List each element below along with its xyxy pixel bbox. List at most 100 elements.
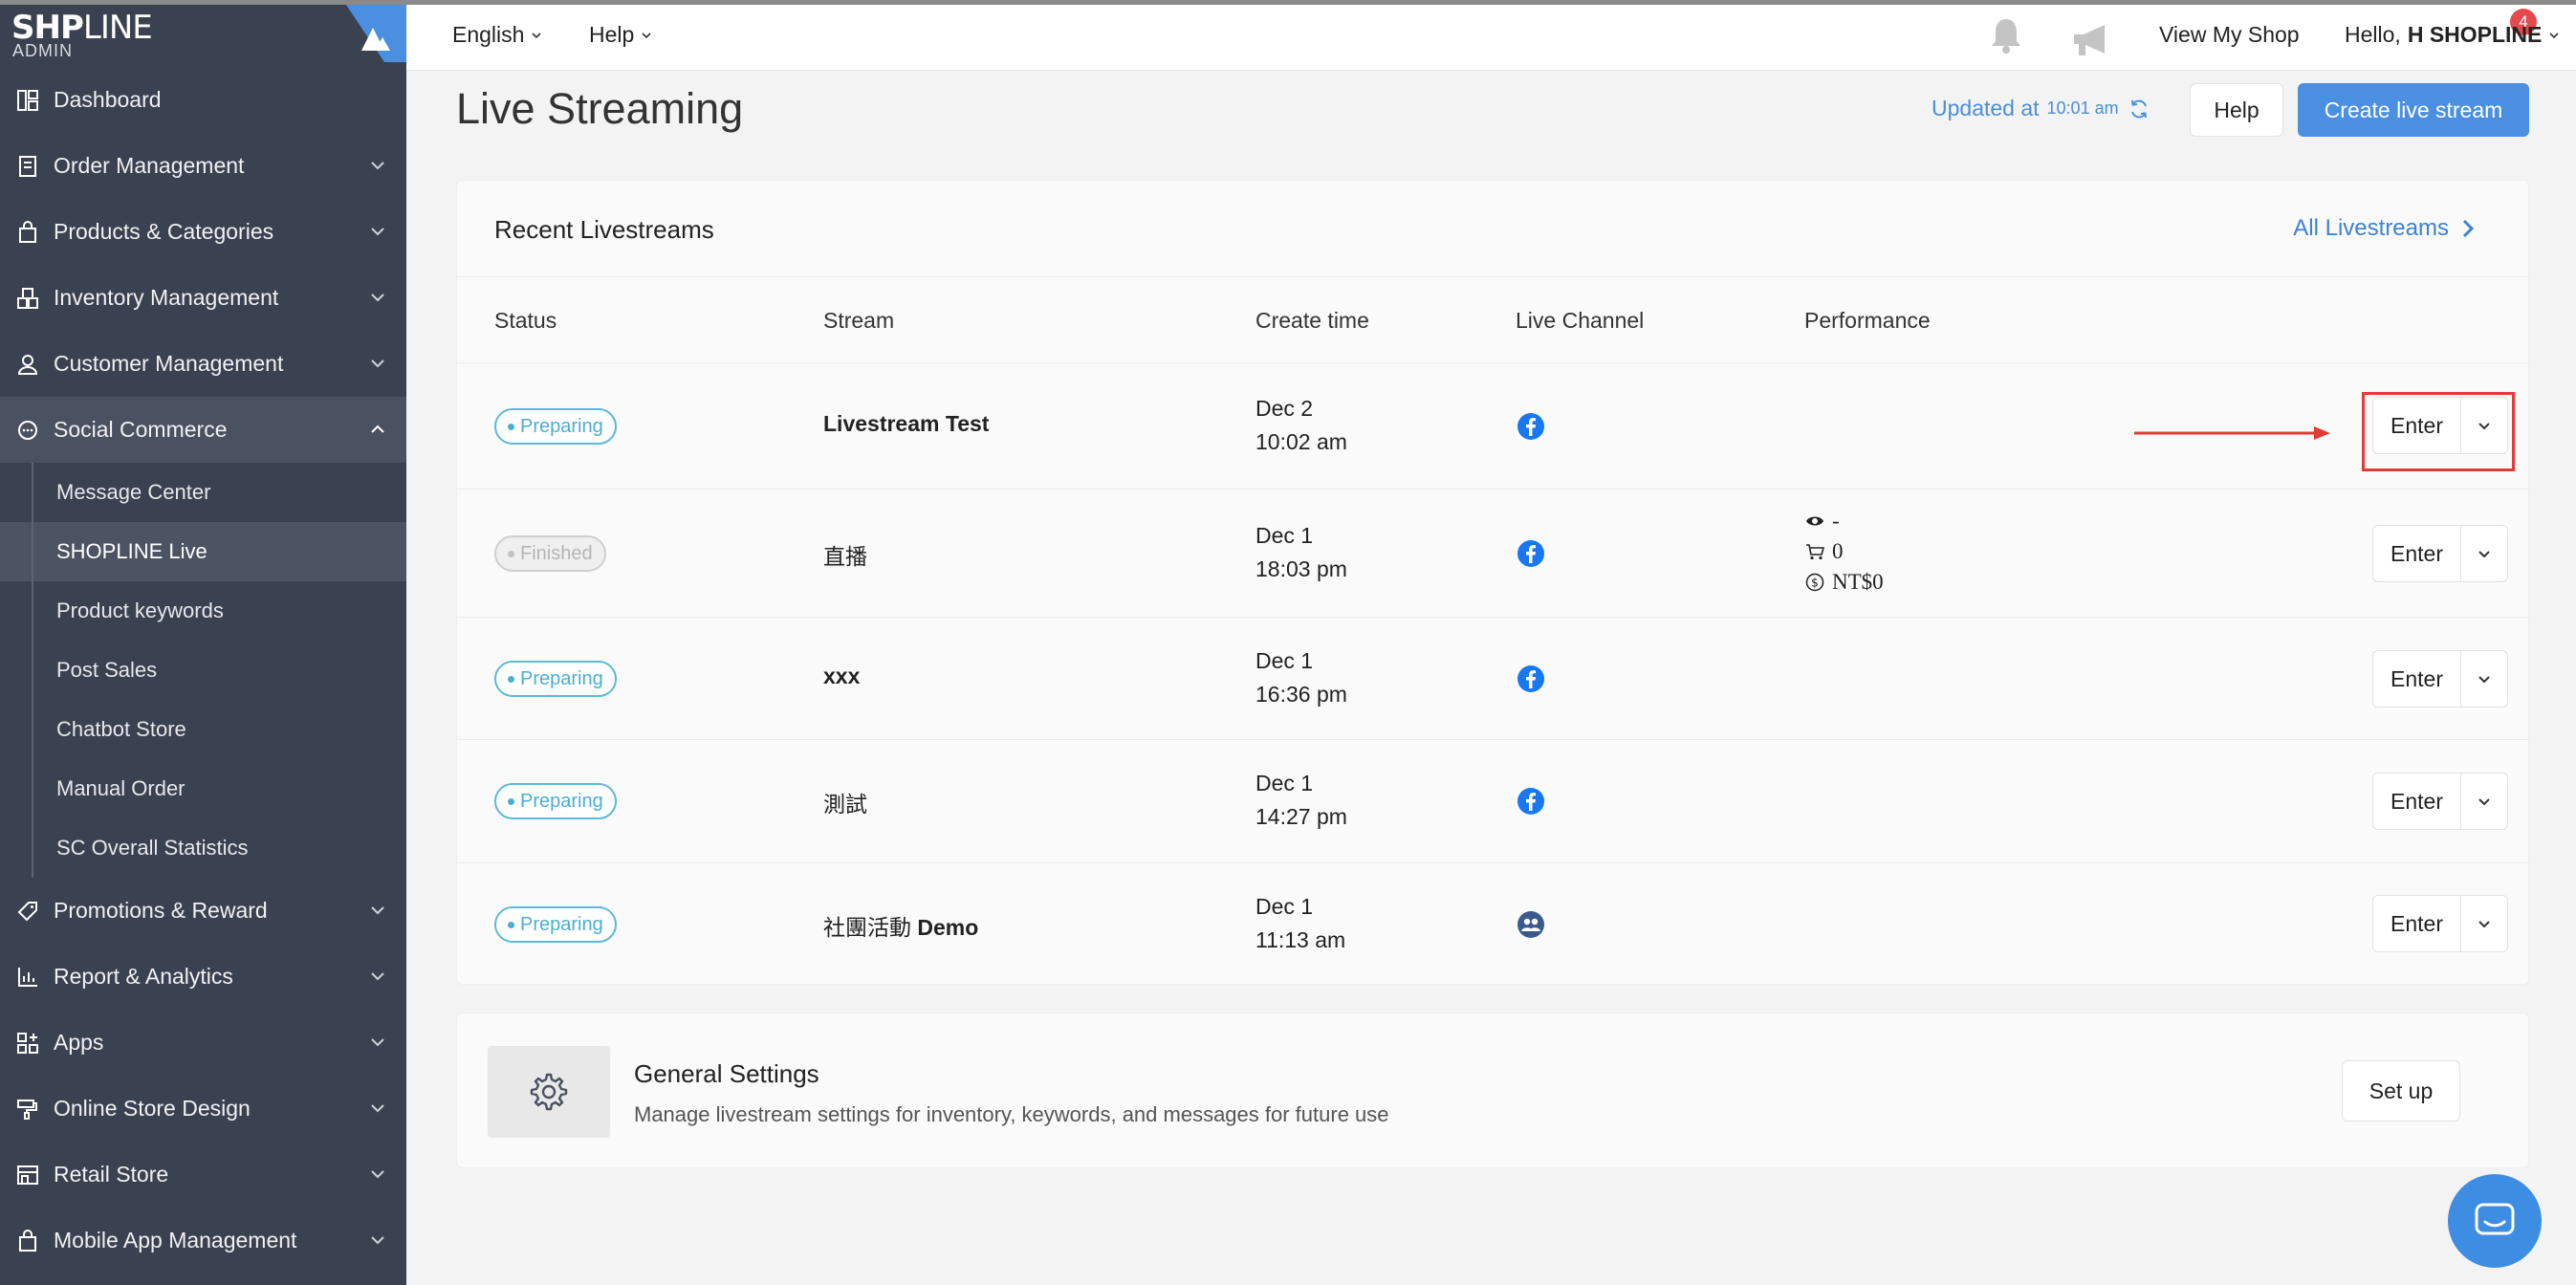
sidebar-subitem-manual-order[interactable]: Manual Order <box>0 759 406 818</box>
column-live-channel: Live Channel <box>1516 308 1645 333</box>
sidebar-item-label: Online Store Design <box>54 1096 251 1121</box>
facebook-icon <box>1517 788 1544 815</box>
table-row: Preparing 測試 Dec 1 14:27 pm Enter <box>457 740 2530 863</box>
enter-dropdown-toggle[interactable] <box>2461 651 2507 707</box>
table-row: Finished 直播 Dec 1 18:03 pm - 0 $ NT$0 Ente… <box>457 490 2530 618</box>
dashboard-icon <box>13 86 42 115</box>
column-status: Status <box>494 308 557 333</box>
enter-button[interactable]: Enter <box>2373 896 2461 951</box>
chevron-down-icon <box>532 32 542 38</box>
refresh-icon[interactable] <box>2128 98 2150 120</box>
sidebar-item-label: Customer Management <box>54 351 284 376</box>
stream-name: 直播 <box>823 544 867 569</box>
all-livestreams-link[interactable]: All Livestreams <box>2293 215 2476 242</box>
status-badge: Preparing <box>494 783 617 819</box>
settings-icon-box <box>488 1046 610 1138</box>
megaphone-icon[interactable] <box>2070 22 2114 58</box>
sidebar-subitem-shopline-live[interactable]: SHOPLINE Live <box>0 522 406 581</box>
sidebar-item-products[interactable]: Products & Categories <box>0 199 406 265</box>
sidebar-item-inventory[interactable]: Inventory Management <box>0 265 406 331</box>
setup-button[interactable]: Set up <box>2342 1060 2460 1122</box>
create-live-stream-button[interactable]: Create live stream <box>2298 83 2529 137</box>
sidebar-item-label: Dashboard <box>54 87 162 112</box>
enter-dropdown-toggle[interactable] <box>2461 526 2507 581</box>
sidebar-item-label: Report & Analytics <box>54 964 233 989</box>
sidebar-item-report[interactable]: Report & Analytics <box>0 944 406 1010</box>
sidebar-subitem-chatbot-store[interactable]: Chatbot Store <box>0 700 406 759</box>
enter-split-button: Enter <box>2372 650 2508 708</box>
status-badge: Finished <box>494 535 606 572</box>
mobile-bag-icon <box>13 1227 42 1255</box>
chevron-down-icon <box>2478 676 2490 684</box>
enter-button[interactable]: Enter <box>2373 651 2461 707</box>
sidebar-item-apps[interactable]: Apps <box>0 1010 406 1076</box>
bag-icon <box>13 218 42 247</box>
sidebar-item-online-store-design[interactable]: Online Store Design <box>0 1076 406 1142</box>
create-time: Dec 1 18:03 pm <box>1255 523 1347 581</box>
chat-bubble-icon <box>13 416 42 445</box>
card-header: Recent Livestreams All Livestreams <box>457 181 2528 277</box>
user-name: H SHOPLINE <box>2407 22 2543 47</box>
sidebar-item-order-management[interactable]: Order Management <box>0 133 406 199</box>
sidebar-subitem-product-keywords[interactable]: Product keywords <box>0 581 406 641</box>
enter-button[interactable]: Enter <box>2373 526 2461 581</box>
bell-icon[interactable] <box>1987 15 2025 55</box>
general-settings-title: General Settings <box>634 1059 819 1088</box>
chat-launcher-button[interactable] <box>2448 1174 2542 1268</box>
enter-split-button: Enter <box>2372 895 2508 952</box>
create-time: Dec 2 10:02 am <box>1255 396 1347 454</box>
chevron-down-icon <box>371 1236 384 1245</box>
sidebar: SHPLINE ADMIN Dashboard Order Management… <box>0 0 406 1285</box>
page-title: Live Streaming <box>456 84 744 133</box>
hello-text: Hello, <box>2345 22 2401 47</box>
status-badge: Preparing <box>494 906 617 943</box>
chevron-down-icon <box>371 972 384 981</box>
cart-icon <box>1806 544 1824 560</box>
eye-icon <box>1806 516 1823 526</box>
create-time: Dec 1 16:36 pm <box>1255 648 1347 707</box>
brand[interactable]: SHPLINE ADMIN <box>0 0 406 67</box>
column-stream: Stream <box>823 308 895 333</box>
user-menu[interactable]: Hello, H SHOPLINE <box>2345 22 2561 48</box>
sidebar-item-label: Promotions & Reward <box>54 898 268 923</box>
sidebar-item-promotions[interactable]: Promotions & Reward <box>0 878 406 944</box>
chevron-down-icon <box>2478 798 2490 806</box>
sidebar-subitem-message-center[interactable]: Message Center <box>0 463 406 522</box>
enter-dropdown-toggle[interactable] <box>2461 896 2507 951</box>
sidebar-item-mobile-app[interactable]: Mobile App Management <box>0 1208 406 1274</box>
chevron-down-icon <box>642 32 651 38</box>
inventory-icon <box>13 284 42 313</box>
sidebar-item-label: Retail Store <box>54 1162 169 1187</box>
enter-button[interactable]: Enter <box>2373 773 2461 829</box>
chevron-up-icon <box>371 425 384 433</box>
top-bar: English Help 4 View My Shop Hello, H SHO… <box>406 0 2576 71</box>
card-title: Recent Livestreams <box>494 215 714 244</box>
orders-stat: 0 <box>1805 536 1884 567</box>
sidebar-subitem-sc-overall-statistics[interactable]: SC Overall Statistics <box>0 818 406 878</box>
annotation-highlight-box <box>2362 392 2515 471</box>
sidebar-item-retail-store[interactable]: Retail Store <box>0 1142 406 1208</box>
order-icon <box>13 152 42 181</box>
help-menu[interactable]: Help <box>589 22 653 48</box>
chevron-down-icon <box>371 359 384 368</box>
sidebar-item-dashboard[interactable]: Dashboard <box>0 67 406 133</box>
facebook-icon <box>1517 665 1544 692</box>
status-badge: Preparing <box>494 661 617 697</box>
annotation-arrow <box>2134 426 2330 440</box>
language-selector[interactable]: English <box>452 22 543 48</box>
sidebar-subitem-post-sales[interactable]: Post Sales <box>0 641 406 700</box>
recent-livestreams-card: Recent Livestreams All Livestreams Statu… <box>456 180 2530 985</box>
submenu-rail <box>32 463 33 878</box>
chat-icon <box>2475 1203 2515 1235</box>
updated-time: 10:01 am <box>2046 98 2119 118</box>
sidebar-item-social-commerce[interactable]: Social Commerce <box>0 397 406 463</box>
sidebar-item-label: Products & Categories <box>54 219 274 244</box>
sidebar-item-label: Social Commerce <box>54 417 228 442</box>
sidebar-item-customer[interactable]: Customer Management <box>0 331 406 397</box>
svg-text:$: $ <box>1811 577 1819 590</box>
help-menu-label: Help <box>589 22 635 47</box>
view-my-shop-link[interactable]: View My Shop <box>2159 22 2300 48</box>
help-button[interactable]: Help <box>2190 83 2283 137</box>
enter-dropdown-toggle[interactable] <box>2461 773 2507 829</box>
views-stat: - <box>1805 506 1884 536</box>
